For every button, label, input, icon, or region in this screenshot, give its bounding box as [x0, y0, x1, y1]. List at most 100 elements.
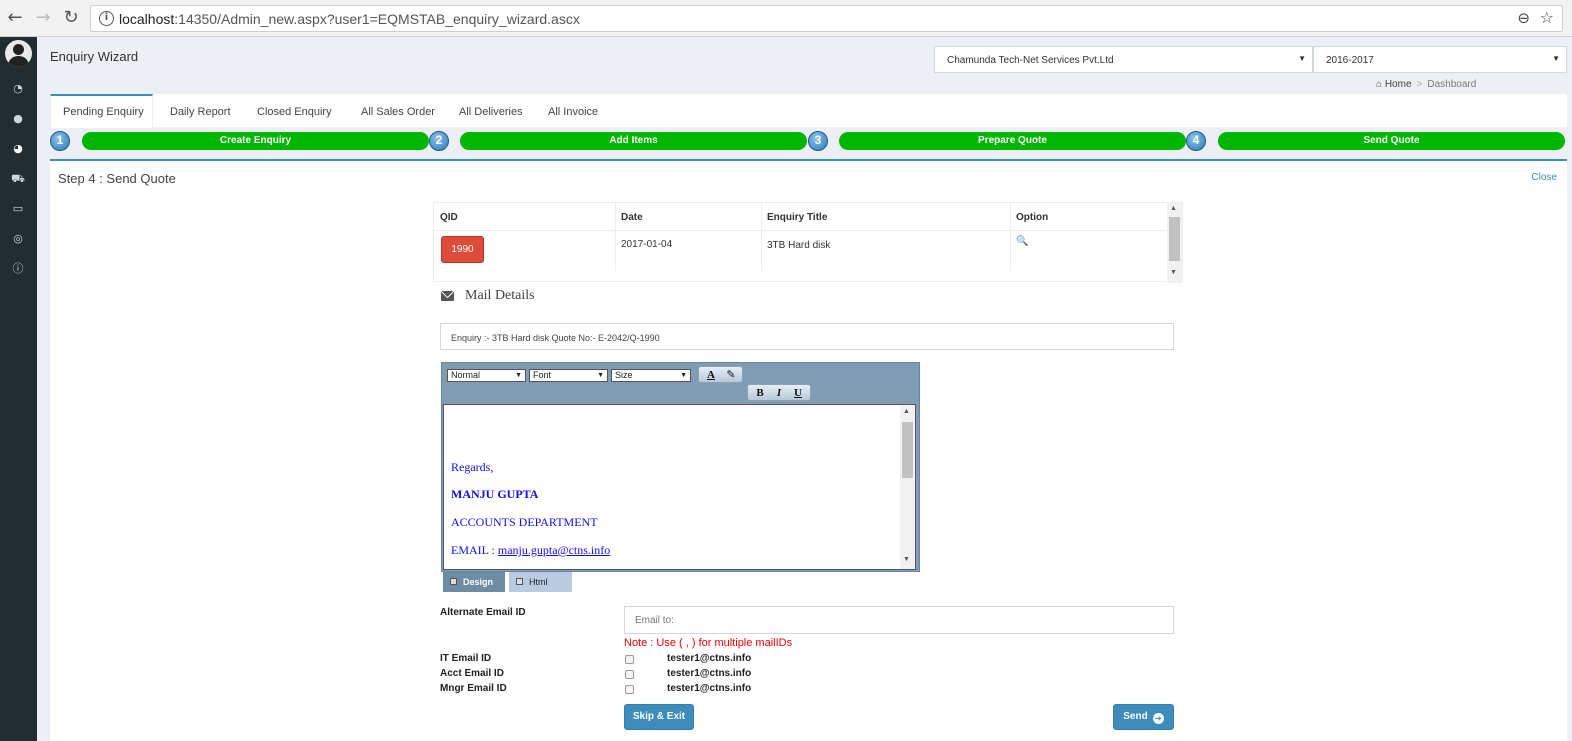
- mngr-email-checkbox[interactable]: [625, 685, 634, 694]
- chevron-down-icon: ▼: [680, 372, 687, 379]
- company-select-value: Chamunda Tech-Net Services Pvt.Ltd: [947, 55, 1114, 66]
- acct-email-checkbox[interactable]: [625, 670, 634, 679]
- wizard-step-send-quote[interactable]: Send Quote: [1218, 132, 1565, 150]
- column-header-option: Option: [1016, 212, 1049, 223]
- subject-field[interactable]: Enquiry :- 3TB Hard disk Quote No:- E-20…: [440, 323, 1174, 350]
- font-select-value: Font: [533, 370, 552, 380]
- format-select-value: Normal: [451, 370, 481, 380]
- tab-pending-enquiry[interactable]: Pending Enquiry: [50, 94, 153, 128]
- zoom-icon[interactable]: ⊖: [1517, 9, 1530, 27]
- dashboard-icon[interactable]: ◔: [9, 81, 27, 97]
- arrow-right-icon: ➔: [1152, 713, 1164, 724]
- qid-badge[interactable]: 1990: [441, 236, 484, 263]
- tab-all-sales-order[interactable]: All Sales Order: [361, 94, 435, 128]
- mngr-email-value: tester1@ctns.info: [667, 683, 752, 694]
- acct-email-value: tester1@ctns.info: [667, 668, 752, 679]
- html-mode-tab[interactable]: Html: [509, 572, 572, 592]
- scroll-thumb[interactable]: [902, 422, 913, 478]
- bookmark-star-icon[interactable]: ☆: [1540, 8, 1554, 27]
- send-button[interactable]: Send ➔: [1113, 704, 1174, 730]
- underline-button[interactable]: U: [790, 386, 806, 400]
- credit-card-icon[interactable]: ▭: [9, 201, 27, 217]
- column-header-qid: QID: [440, 212, 458, 223]
- tab-daily-report[interactable]: Daily Report: [170, 94, 231, 128]
- alternate-email-label: Alternate Email ID: [440, 607, 526, 618]
- globe-icon[interactable]: ◎: [9, 231, 27, 247]
- design-mode-tab[interactable]: Design: [443, 572, 505, 592]
- bold-button[interactable]: B: [752, 386, 768, 400]
- browser-toolbar: ← → ↻ i localhost:14350/Admin_new.aspx?u…: [0, 0, 1572, 37]
- editor-scrollbar[interactable]: ▲ ▼: [900, 405, 915, 569]
- editor-content[interactable]: Regards, MANJU GUPTA ACCOUNTS DEPARTMENT…: [443, 404, 916, 570]
- highlight-icon[interactable]: ✎: [723, 368, 739, 382]
- style-button-group: B I U: [747, 384, 811, 401]
- mngr-email-label: Mngr Email ID: [440, 683, 507, 694]
- info-icon[interactable]: i: [99, 11, 114, 26]
- breadcrumb-current: Dashboard: [1427, 79, 1477, 90]
- table-scrollbar[interactable]: ▲ ▼: [1167, 203, 1182, 283]
- signature-email-label: EMAIL :: [451, 543, 498, 557]
- html-mode-icon: [516, 578, 523, 585]
- chevron-down-icon: ▼: [1552, 54, 1560, 63]
- reload-icon[interactable]: ↻: [61, 8, 81, 28]
- address-bar[interactable]: i localhost:14350/Admin_new.aspx?user1=E…: [90, 5, 1563, 32]
- tab-all-deliveries[interactable]: All Deliveries: [459, 94, 523, 128]
- info-circle-icon[interactable]: ⓘ: [9, 261, 27, 277]
- row-title: 3TB Hard disk: [767, 240, 831, 251]
- chevron-down-icon: ▼: [1298, 54, 1306, 63]
- size-select[interactable]: Size ▼: [611, 369, 691, 382]
- signature-department: ACCOUNTS DEPARTMENT: [451, 515, 598, 529]
- italic-button[interactable]: I: [771, 386, 787, 400]
- back-icon[interactable]: ←: [5, 8, 25, 28]
- signature-regards: Regards,: [451, 460, 494, 474]
- size-select-value: Size: [615, 370, 633, 380]
- mail-details-title: Mail Details: [465, 288, 535, 303]
- user-icon[interactable]: ●: [9, 111, 27, 127]
- color-button-group: A ✎: [698, 366, 743, 383]
- multiple-email-note: Note : Use ( , ) for multiple mailIDs: [624, 637, 793, 649]
- tab-all-invoice[interactable]: All Invoice: [548, 94, 598, 128]
- column-header-title: Enquiry Title: [767, 212, 828, 223]
- send-button-label: Send: [1123, 711, 1148, 722]
- signature-email-link[interactable]: manju.gupta@ctns.info: [498, 543, 610, 557]
- scroll-up-icon[interactable]: ▲: [1170, 205, 1177, 212]
- pie-chart-icon[interactable]: ◕: [9, 141, 27, 157]
- it-email-checkbox[interactable]: [625, 655, 634, 664]
- company-select[interactable]: Chamunda Tech-Net Services Pvt.Ltd ▼: [934, 46, 1313, 73]
- breadcrumb-home[interactable]: Home: [1385, 79, 1412, 90]
- font-select[interactable]: Font ▼: [529, 369, 608, 382]
- it-email-value: tester1@ctns.info: [667, 653, 752, 664]
- scroll-down-icon[interactable]: ▼: [903, 556, 910, 563]
- breadcrumb: ⌂ Home > Dashboard: [1376, 79, 1476, 90]
- skip-exit-button[interactable]: Skip & Exit: [624, 704, 694, 730]
- breadcrumb-separator: >: [1416, 79, 1423, 90]
- wizard-step-prepare-quote[interactable]: Prepare Quote: [839, 132, 1186, 150]
- scroll-up-icon[interactable]: ▲: [903, 408, 910, 415]
- year-select-value: 2016-2017: [1326, 55, 1374, 66]
- year-select[interactable]: 2016-2017 ▼: [1313, 46, 1567, 73]
- cart-icon[interactable]: ⛟: [9, 171, 27, 187]
- it-email-label: IT Email ID: [440, 653, 492, 664]
- html-mode-label: Html: [529, 577, 548, 587]
- step-number-3: 3: [808, 131, 828, 151]
- page-title: Enquiry Wizard: [50, 49, 139, 64]
- search-icon[interactable]: 🔍: [1016, 236, 1028, 247]
- alternate-email-input[interactable]: [624, 606, 1174, 634]
- url-host: localhost: [119, 11, 175, 27]
- forward-icon[interactable]: →: [33, 8, 53, 28]
- avatar[interactable]: [5, 40, 32, 67]
- rich-text-editor: Normal ▼ Font ▼ Size ▼ A ✎ B I U Regards, M…: [441, 362, 920, 572]
- step-title: Step 4 : Send Quote: [58, 171, 176, 186]
- format-select[interactable]: Normal ▼: [447, 369, 526, 382]
- font-color-icon[interactable]: A: [703, 368, 719, 382]
- wizard-step-add-items[interactable]: Add Items: [460, 132, 807, 150]
- close-link[interactable]: Close: [1531, 172, 1557, 183]
- home-icon: ⌂: [1376, 79, 1383, 90]
- scroll-down-icon[interactable]: ▼: [1170, 269, 1177, 276]
- chevron-down-icon: ▼: [515, 372, 522, 379]
- scroll-thumb[interactable]: [1169, 217, 1180, 261]
- step-number-2: 2: [429, 131, 449, 151]
- url-text[interactable]: localhost:14350/Admin_new.aspx?user1=EQM…: [119, 11, 580, 27]
- wizard-step-create-enquiry[interactable]: Create Enquiry: [82, 132, 429, 150]
- tab-closed-enquiry[interactable]: Closed Enquiry: [257, 94, 332, 128]
